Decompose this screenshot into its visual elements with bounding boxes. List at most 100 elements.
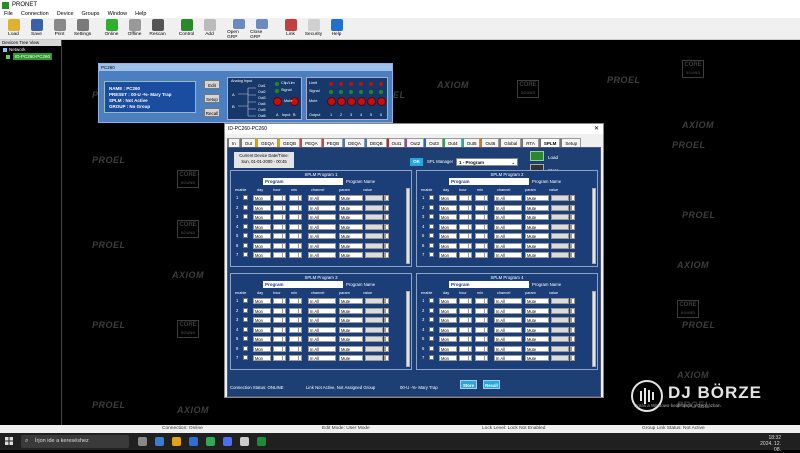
- store-button[interactable]: Store: [460, 380, 477, 389]
- min-spinner[interactable]: [475, 317, 488, 323]
- channel-select[interactable]: In All: [308, 252, 336, 258]
- day-select[interactable]: Mon: [253, 223, 271, 230]
- min-spinner[interactable]: [475, 326, 488, 333]
- value-spinner[interactable]: [384, 307, 389, 314]
- value-field[interactable]: [365, 242, 383, 249]
- enable-checkbox[interactable]: [429, 252, 434, 257]
- param-select[interactable]: Mute: [525, 195, 549, 201]
- enable-checkbox[interactable]: [243, 223, 248, 229]
- tab-out5[interactable]: Out5: [461, 138, 481, 147]
- program-scrollbar[interactable]: [592, 291, 596, 367]
- channel-select[interactable]: In All: [494, 242, 522, 249]
- value-spinner[interactable]: [384, 195, 389, 201]
- menu-help[interactable]: Help: [131, 11, 150, 17]
- value-field[interactable]: [365, 223, 383, 230]
- day-select[interactable]: Mon: [253, 326, 271, 333]
- param-select[interactable]: Mute: [339, 233, 363, 239]
- value-spinner[interactable]: [384, 204, 389, 211]
- value-spinner[interactable]: [570, 252, 575, 258]
- param-select[interactable]: Mute: [525, 204, 549, 211]
- channel-select[interactable]: In All: [308, 298, 336, 304]
- output-mute-button[interactable]: [327, 97, 336, 106]
- enable-checkbox[interactable]: [429, 223, 434, 229]
- value-spinner[interactable]: [384, 326, 389, 333]
- hour-spinner[interactable]: [273, 223, 286, 230]
- value-spinner[interactable]: [384, 355, 389, 361]
- value-field[interactable]: [365, 345, 383, 352]
- tab-deqb[interactable]: DEQB: [364, 138, 387, 147]
- param-select[interactable]: Mute: [339, 204, 363, 211]
- value-spinner[interactable]: [384, 345, 389, 352]
- param-select[interactable]: Mute: [525, 317, 549, 323]
- min-spinner[interactable]: [289, 317, 302, 323]
- min-spinner[interactable]: [475, 336, 488, 342]
- channel-select[interactable]: In All: [308, 223, 336, 230]
- value-spinner[interactable]: [384, 242, 389, 249]
- hour-spinner[interactable]: [273, 307, 286, 314]
- hour-spinner[interactable]: [273, 233, 286, 239]
- day-select[interactable]: Mon: [253, 233, 271, 239]
- value-field[interactable]: [551, 233, 569, 239]
- param-select[interactable]: Mute: [525, 223, 549, 230]
- value-field[interactable]: [551, 204, 569, 211]
- enable-checkbox[interactable]: [243, 355, 248, 360]
- param-select[interactable]: Mute: [339, 252, 363, 258]
- toolbar-open-grp-button[interactable]: Open GRP: [227, 18, 250, 40]
- channel-select[interactable]: In All: [494, 252, 522, 258]
- hour-spinner[interactable]: [273, 317, 286, 323]
- min-spinner[interactable]: [289, 195, 302, 201]
- value-field[interactable]: [365, 233, 383, 239]
- param-select[interactable]: Mute: [339, 223, 363, 230]
- min-spinner[interactable]: [475, 345, 488, 352]
- toolbar-settings-button[interactable]: Settings: [71, 18, 94, 40]
- hour-spinner[interactable]: [459, 242, 472, 249]
- enable-checkbox[interactable]: [429, 355, 434, 360]
- windows-start-icon[interactable]: [5, 437, 13, 445]
- min-spinner[interactable]: [289, 307, 302, 314]
- min-spinner[interactable]: [289, 326, 302, 333]
- enable-checkbox[interactable]: [429, 195, 434, 200]
- param-select[interactable]: Mute: [525, 242, 549, 249]
- value-field[interactable]: [365, 195, 383, 201]
- hour-spinner[interactable]: [273, 355, 286, 361]
- day-select[interactable]: Mon: [439, 252, 457, 258]
- value-field[interactable]: [551, 214, 569, 220]
- value-spinner[interactable]: [384, 336, 389, 342]
- value-spinner[interactable]: [570, 195, 575, 201]
- value-field[interactable]: [551, 223, 569, 230]
- program-name-input[interactable]: Program: [263, 281, 343, 288]
- tab-out2[interactable]: Out2: [405, 138, 425, 147]
- day-select[interactable]: Mon: [439, 223, 457, 230]
- param-select[interactable]: Mute: [525, 214, 549, 220]
- program-scrollbar[interactable]: [406, 291, 410, 367]
- channel-select[interactable]: In All: [494, 204, 522, 211]
- menu-device[interactable]: Device: [53, 11, 78, 17]
- min-spinner[interactable]: [289, 204, 302, 211]
- value-field[interactable]: [365, 214, 383, 220]
- enable-checkbox[interactable]: [429, 298, 434, 303]
- min-spinner[interactable]: [289, 223, 302, 230]
- param-select[interactable]: Mute: [525, 252, 549, 258]
- spl-manager-select[interactable]: 1 - Program ⌄: [456, 158, 518, 166]
- value-field[interactable]: [551, 307, 569, 314]
- mute-a-button[interactable]: [273, 97, 282, 106]
- toolbar-rescan-button[interactable]: Rescan: [146, 18, 169, 40]
- param-select[interactable]: Mute: [339, 326, 363, 333]
- hour-spinner[interactable]: [273, 204, 286, 211]
- day-select[interactable]: Mon: [253, 204, 271, 211]
- hour-spinner[interactable]: [459, 326, 472, 333]
- pronet-icon[interactable]: [240, 437, 249, 446]
- min-spinner[interactable]: [289, 345, 302, 352]
- tab-rta[interactable]: RTA: [521, 138, 539, 147]
- output-mute-button[interactable]: [377, 97, 386, 106]
- hour-spinner[interactable]: [273, 195, 286, 201]
- value-spinner[interactable]: [384, 252, 389, 258]
- ok-button[interactable]: OK: [410, 158, 423, 166]
- channel-select[interactable]: In All: [308, 317, 336, 323]
- param-select[interactable]: Mute: [525, 298, 549, 304]
- toolbar-help-button[interactable]: Help: [325, 18, 348, 40]
- program-name-input[interactable]: Program: [449, 281, 529, 288]
- value-field[interactable]: [551, 326, 569, 333]
- task-view-icon[interactable]: [138, 437, 147, 446]
- channel-select[interactable]: In All: [308, 195, 336, 201]
